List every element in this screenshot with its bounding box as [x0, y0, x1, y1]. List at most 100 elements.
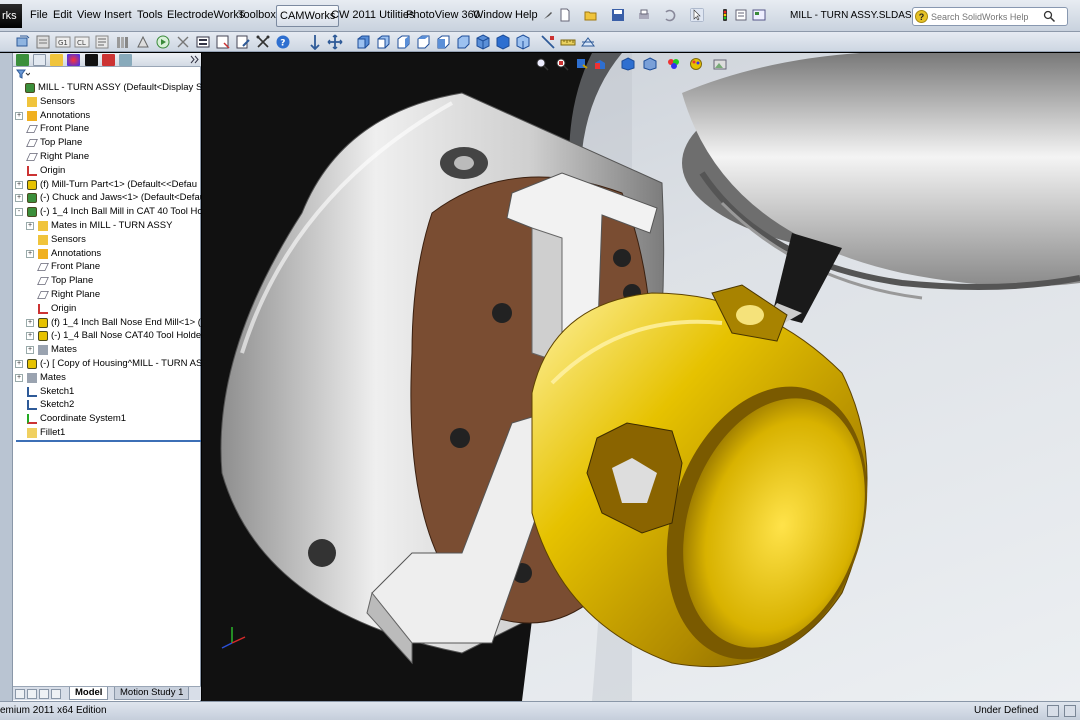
help-search-box[interactable]: ?: [912, 7, 1068, 26]
rebuild-icon[interactable]: [718, 8, 732, 22]
app-logo[interactable]: rks: [0, 4, 22, 28]
tree-item[interactable]: Sensors: [15, 95, 201, 109]
tree-item[interactable]: Origin: [26, 302, 212, 316]
generate-plan-icon[interactable]: [35, 34, 51, 50]
tree-item[interactable]: + Mates: [15, 371, 201, 385]
tab-motion-study[interactable]: Motion Study 1: [114, 687, 190, 700]
display-manager-tab-icon[interactable]: [67, 54, 80, 66]
help-search-input[interactable]: [931, 10, 1041, 24]
tree-item[interactable]: Sketch2: [15, 398, 201, 412]
toolpath-list-icon[interactable]: [94, 34, 110, 50]
hide-show-items-icon[interactable]: [667, 57, 681, 71]
tree-item[interactable]: Sensors: [26, 233, 212, 247]
tree-item[interactable]: + (-) Chuck and Jaws<1> (Default<Defau: [15, 191, 201, 205]
view-right-icon[interactable]: [415, 34, 431, 50]
expand-toggle-icon[interactable]: +: [15, 360, 23, 368]
help-icon[interactable]: ?: [915, 10, 928, 23]
report-icon[interactable]: [215, 34, 231, 50]
sketch-line-icon[interactable]: [540, 34, 556, 50]
menu-electrodeworks[interactable]: ElectrodeWorks: [167, 9, 244, 21]
tree-item[interactable]: Coordinate System1: [15, 412, 201, 426]
view-isometric-icon[interactable]: [475, 34, 491, 50]
view-front-icon[interactable]: [355, 34, 371, 50]
menu-window[interactable]: Window: [473, 9, 512, 21]
menu-toolbox[interactable]: Toolbox: [238, 9, 276, 21]
previous-view-icon[interactable]: [575, 57, 589, 71]
tree-item[interactable]: Front Plane: [26, 260, 212, 274]
collapse-toggle-icon[interactable]: -: [15, 208, 23, 217]
feature-tree-tab-icon[interactable]: [16, 54, 29, 66]
menu-file[interactable]: File: [30, 9, 48, 21]
zoom-to-area-icon[interactable]: [555, 57, 569, 71]
view-left-icon[interactable]: [395, 34, 411, 50]
menu-view[interactable]: View: [77, 9, 101, 21]
expand-toggle-icon[interactable]: +: [15, 180, 23, 189]
expand-toggle-icon[interactable]: +: [15, 194, 23, 203]
tree-item[interactable]: + (-) 1_4 Ball Nose CAT40 Tool Holde: [26, 329, 212, 343]
options-icon[interactable]: [752, 8, 766, 22]
g1-toolpath-icon[interactable]: G1: [55, 34, 71, 50]
measure-icon[interactable]: [560, 34, 576, 50]
select-arrow-icon[interactable]: [690, 8, 704, 22]
tree-item[interactable]: + (f) 1_4 Inch Ball Nose End Mill<1> (: [26, 316, 212, 330]
expand-toggle-icon[interactable]: +: [26, 332, 34, 341]
view-top-icon[interactable]: [435, 34, 451, 50]
expand-toggle-icon[interactable]: +: [26, 346, 34, 355]
open-folder-icon[interactable]: [584, 8, 598, 22]
first-tab-arrow-icon[interactable]: [15, 689, 25, 699]
apply-scene-icon[interactable]: [713, 57, 727, 71]
rebuild-status-icon[interactable]: [1047, 705, 1059, 717]
file-properties-icon[interactable]: [734, 8, 748, 22]
menu-camworks[interactable]: CAMWorks: [276, 5, 340, 27]
tree-item[interactable]: Right Plane: [26, 288, 212, 302]
cutting-tools-icon[interactable]: [255, 34, 271, 50]
search-icon[interactable]: [1043, 10, 1056, 23]
expand-toggle-icon[interactable]: +: [15, 111, 23, 120]
tree-item[interactable]: Sketch1: [15, 385, 201, 399]
tree-item[interactable]: Right Plane: [15, 150, 201, 164]
mass-properties-icon[interactable]: [580, 34, 596, 50]
post-process-icon[interactable]: [135, 34, 151, 50]
save-icon[interactable]: [611, 8, 625, 22]
section-view-icon[interactable]: [593, 57, 607, 71]
pan-arrows-icon[interactable]: [327, 34, 343, 50]
display-style-icon[interactable]: [643, 57, 657, 71]
expand-tabs-icon[interactable]: [190, 55, 199, 64]
tree-item[interactable]: + Annotations: [26, 247, 212, 261]
menu-insert[interactable]: Insert: [104, 9, 132, 21]
expand-toggle-icon[interactable]: +: [26, 249, 34, 258]
menu-photoview[interactable]: PhotoView 360: [406, 9, 480, 21]
tree-item[interactable]: - (-) 1_4 Inch Ball Mill in CAT 40 Tool H…: [15, 205, 201, 219]
property-manager-tab-icon[interactable]: [33, 54, 46, 66]
extract-features-icon[interactable]: [15, 34, 31, 50]
next-tab-arrow-icon[interactable]: [39, 689, 49, 699]
new-document-icon[interactable]: [558, 8, 572, 22]
tab-model[interactable]: Model: [69, 687, 109, 700]
last-tab-arrow-icon[interactable]: [51, 689, 61, 699]
move-component-icon[interactable]: [307, 34, 323, 50]
view-back-icon[interactable]: [375, 34, 391, 50]
setup-sheet-icon[interactable]: [195, 34, 211, 50]
view-bottom-icon[interactable]: [455, 34, 471, 50]
graphics-viewport[interactable]: [202, 53, 1080, 701]
edit-appearance-icon[interactable]: [689, 57, 703, 71]
camworks-help-icon[interactable]: ?: [275, 34, 291, 50]
view-trimetric-icon[interactable]: [495, 34, 511, 50]
configuration-tab-icon[interactable]: [50, 54, 63, 66]
print-icon[interactable]: [637, 8, 651, 22]
menu-tools[interactable]: Tools: [137, 9, 163, 21]
left-collapse-strip[interactable]: [0, 53, 13, 701]
camworks-tool-tree-tab-icon[interactable]: [119, 54, 132, 66]
tree-item[interactable]: + (f) Mill-Turn Part<1> (Default<<Defau: [15, 178, 201, 192]
expand-toggle-icon[interactable]: +: [26, 222, 34, 230]
tree-item[interactable]: Fillet1: [15, 426, 201, 440]
view-orientation-icon[interactable]: [621, 57, 635, 71]
menu-edit[interactable]: Edit: [53, 9, 72, 21]
step-through-icon[interactable]: [175, 34, 191, 50]
undo-icon[interactable]: [662, 8, 676, 22]
tree-item[interactable]: + Mates in MILL - TURN ASSY: [26, 219, 212, 233]
help-status-icon[interactable]: [1064, 705, 1076, 717]
menu-help[interactable]: Help: [515, 9, 538, 21]
tree-item[interactable]: + Mates: [26, 343, 212, 357]
camworks-operation-tree-tab-icon[interactable]: [102, 54, 115, 66]
